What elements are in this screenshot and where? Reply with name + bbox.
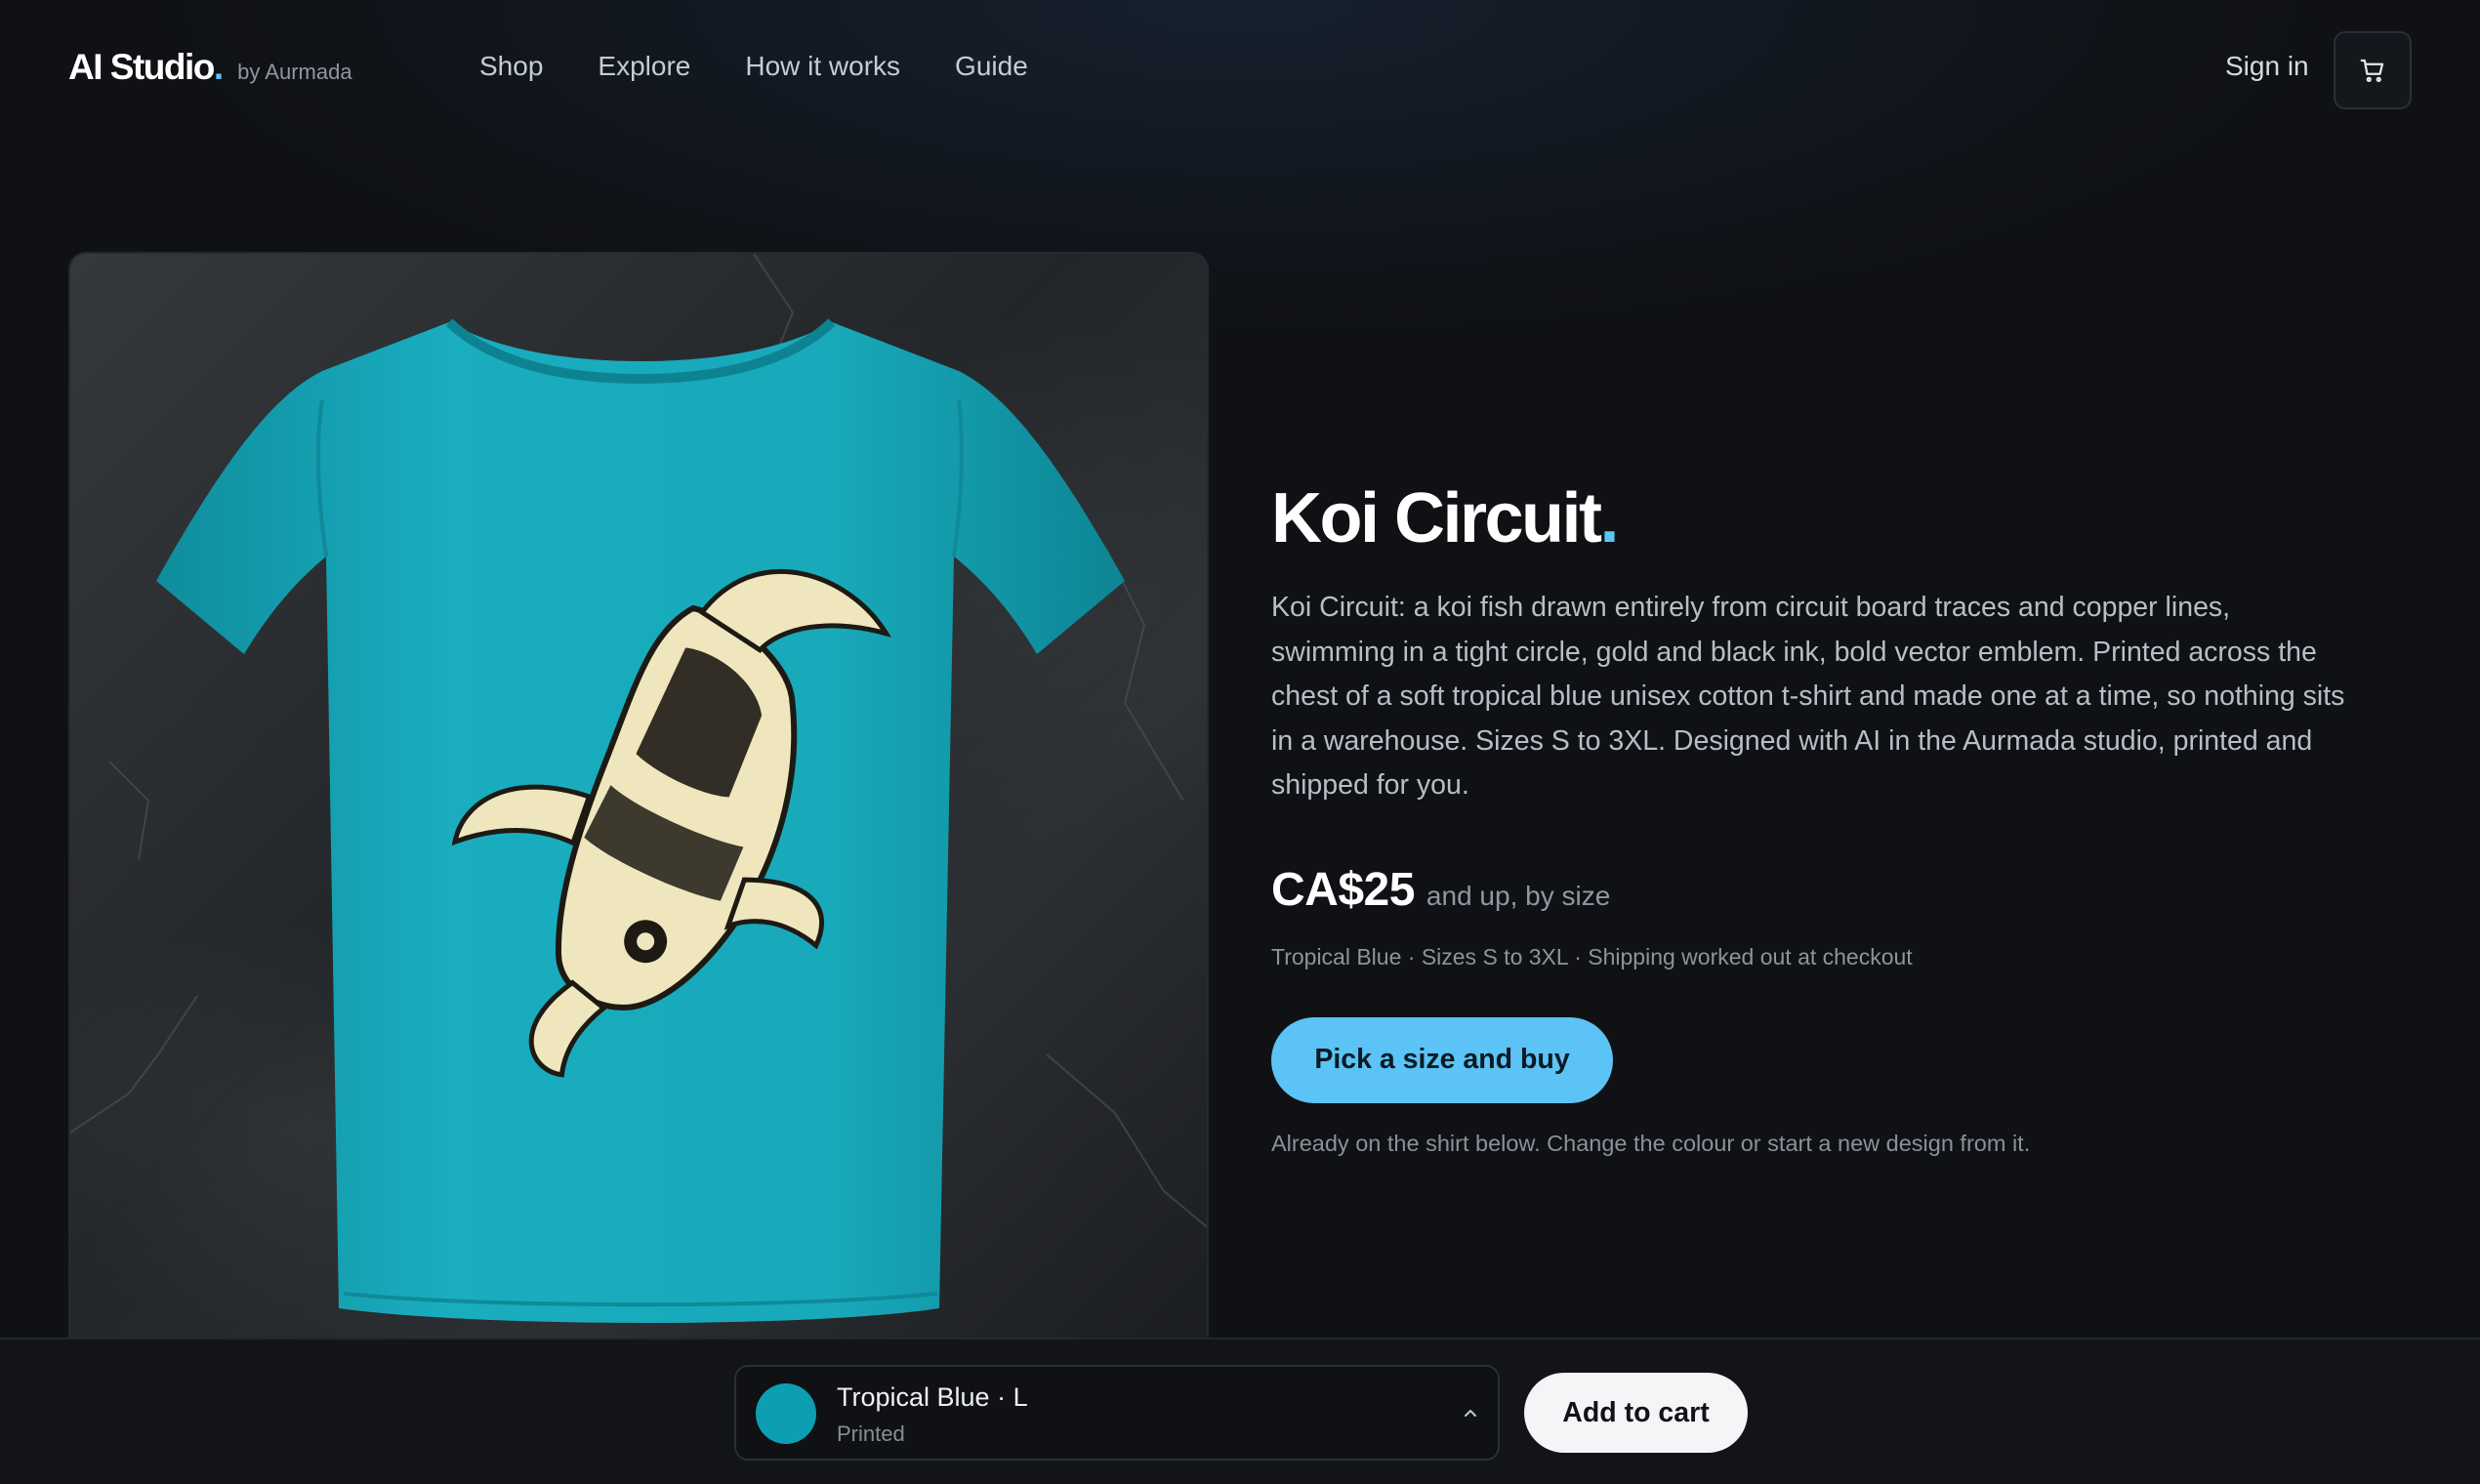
brand-dot: . [213,47,225,87]
title-dot: . [1599,479,1620,557]
brand-name: AI Studio [68,47,215,87]
product-image [68,252,1209,1345]
brand-logo[interactable]: AI Studio. by Aurmada [68,47,352,88]
brand-byline: by Aurmada [237,60,352,84]
variant-sublabel: Printed [837,1422,905,1446]
add-to-cart-button[interactable]: Add to cart [1524,1373,1748,1453]
chevron-up-icon [1465,1410,1476,1417]
nav-explore[interactable]: Explore [598,51,690,82]
variant-label: Tropical Blue · L [837,1382,1028,1412]
design-hint: Already on the shirt below. Change the c… [1271,1130,2031,1156]
cart-button[interactable] [2334,31,2412,109]
purchase-bar: Tropical Blue · L Printed Add to cart [0,1338,2480,1484]
cart-icon [2360,59,2384,82]
color-swatch [756,1383,816,1444]
variant-selector[interactable]: Tropical Blue · L Printed [734,1365,1500,1461]
product-title: Koi Circuit [1271,479,1602,557]
tshirt-photo [70,254,1207,1323]
nav-guide[interactable]: Guide [955,51,1028,82]
price-note: and up, by size [1426,880,1611,911]
nav-shop[interactable]: Shop [479,51,543,82]
product-info: Koi Circuit. Koi Circuit: a koi fish dra… [1271,478,2365,1157]
pick-size-buy-button[interactable]: Pick a size and buy [1271,1016,1613,1103]
main-nav: Shop Explore How it works Guide [479,51,1028,82]
sign-in-link[interactable]: Sign in [2225,51,2309,82]
site-header: AI Studio. by Aurmada Shop Explore How i… [0,0,2480,141]
product-description: Koi Circuit: a koi fish drawn entirely f… [1271,592,2345,801]
product-price: CA$25 [1271,863,1415,916]
price-row: CA$25 and up, by size [1271,863,2365,917]
product-specs: Tropical Blue · Sizes S to 3XL · Shippin… [1271,943,1913,969]
product-title-row: Koi Circuit. [1271,478,2365,558]
nav-how-it-works[interactable]: How it works [745,51,900,82]
